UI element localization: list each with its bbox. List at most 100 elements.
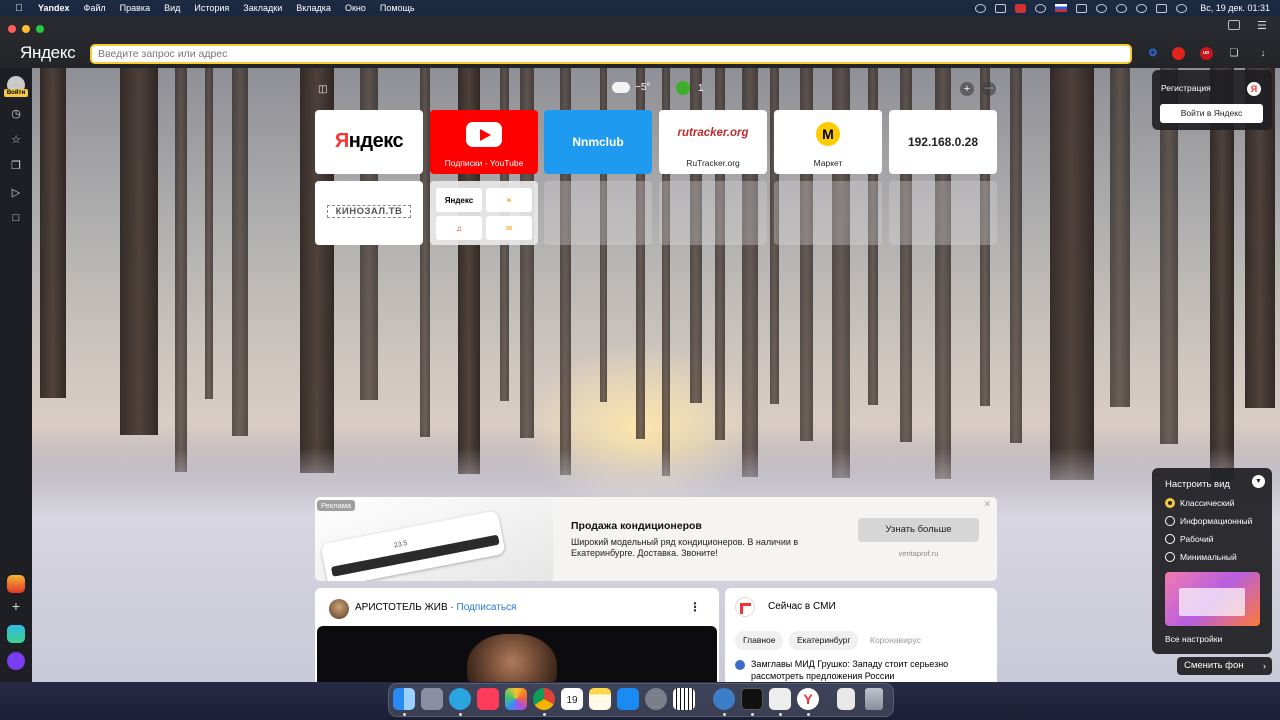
channel-avatar[interactable] xyxy=(329,599,349,619)
ad-close-icon[interactable]: ✕ xyxy=(983,499,991,510)
status-record-icon[interactable] xyxy=(1035,3,1047,13)
empty-tile-slot[interactable] xyxy=(544,181,652,245)
change-background-button[interactable]: Сменить фон › xyxy=(1177,657,1272,675)
alice-assistant-icon[interactable] xyxy=(7,652,25,670)
weather-widget[interactable]: −5° xyxy=(612,82,650,93)
register-link[interactable]: Регистрация xyxy=(1161,83,1211,93)
status-printer-icon[interactable] xyxy=(995,3,1007,13)
ad-learn-more-button[interactable]: Узнать больше xyxy=(858,518,979,542)
status-download-icon[interactable] xyxy=(1015,3,1027,13)
qbittorrent-icon[interactable] xyxy=(713,688,735,710)
add-panel-icon[interactable]: + xyxy=(8,598,24,614)
chrome-icon[interactable] xyxy=(533,688,555,710)
subscribe-link[interactable]: Подписаться xyxy=(457,602,517,613)
battery-icon[interactable] xyxy=(1076,3,1088,13)
empty-tile-slot[interactable] xyxy=(889,181,997,245)
control-center-icon[interactable] xyxy=(1156,3,1168,13)
news-header[interactable]: Сейчас в СМИ xyxy=(768,601,836,612)
finder-icon[interactable] xyxy=(393,688,415,710)
window-maximize-button[interactable] xyxy=(36,25,44,33)
empty-tile-slot[interactable] xyxy=(659,181,767,245)
advertisement-banner[interactable]: 23.5 Реклама Продажа кондиционеров Широк… xyxy=(315,497,997,581)
menu-bookmarks[interactable]: Закладки xyxy=(243,3,282,13)
traffic-widget[interactable]: 1 xyxy=(676,81,704,95)
textedit-icon[interactable] xyxy=(769,688,791,710)
login-yandex-button[interactable]: Войти в Яндекс xyxy=(1160,104,1263,123)
telegram-icon[interactable] xyxy=(449,688,471,710)
apple-icon[interactable]:  xyxy=(12,3,26,14)
tile-folder[interactable]: Яндекс ☀ ♫ ✉ xyxy=(430,181,538,245)
downloads-icon[interactable]: ↓ xyxy=(1256,46,1270,60)
status-lock-icon[interactable] xyxy=(975,3,987,13)
menu-window[interactable]: Окно xyxy=(345,3,366,13)
news-tab-covid[interactable]: Коронавирус xyxy=(862,631,929,650)
news-tab-main[interactable]: Главное xyxy=(735,631,784,650)
view-option-minimal[interactable]: Минимальный xyxy=(1165,551,1237,563)
menu-edit[interactable]: Правка xyxy=(120,3,150,13)
folder-item-yandex[interactable]: Яндекс xyxy=(436,188,482,212)
photos-icon[interactable] xyxy=(505,688,527,710)
more-vertical-icon[interactable]: ⋮ xyxy=(689,600,701,614)
tabs-overview-icon[interactable] xyxy=(1228,20,1240,30)
counter-icon[interactable]: □ xyxy=(8,210,24,226)
menu-tab[interactable]: Вкладка xyxy=(296,3,331,13)
menu-hamburger-icon[interactable]: ☰ xyxy=(1257,19,1267,32)
extension-youtube-icon[interactable] xyxy=(1171,46,1185,60)
add-tile-button[interactable]: + xyxy=(960,82,974,96)
notes-icon[interactable] xyxy=(589,688,611,710)
view-option-working[interactable]: Рабочий xyxy=(1165,533,1213,545)
extension-translate-icon[interactable]: ❂ xyxy=(1146,46,1160,60)
menu-help[interactable]: Помощь xyxy=(380,3,415,13)
calendar-icon[interactable]: 19 xyxy=(561,688,583,710)
tile-youtube[interactable]: Подписки - YouTube xyxy=(430,110,538,174)
trash-icon[interactable] xyxy=(865,688,883,710)
folder-item-music-icon[interactable]: ♫ xyxy=(436,216,482,240)
history-icon[interactable]: ◷ xyxy=(8,105,24,121)
window-close-button[interactable] xyxy=(8,25,16,33)
tile-rutracker[interactable]: rutracker.org RuTracker.org xyxy=(659,110,767,174)
bookmark-star-icon[interactable]: ☆ xyxy=(8,131,24,147)
empty-tile-slot[interactable] xyxy=(774,181,882,245)
status-play-icon[interactable] xyxy=(1096,3,1108,13)
chevron-down-icon[interactable]: ▼ xyxy=(1252,475,1265,488)
app-store-icon[interactable] xyxy=(617,688,639,710)
tile-router-ip[interactable]: 192.168.0.28 xyxy=(889,110,997,174)
video-preview[interactable] xyxy=(317,626,717,682)
tile-market[interactable]: M Маркет xyxy=(774,110,882,174)
tile-yandex[interactable]: Яндекс xyxy=(315,110,423,174)
piano-icon[interactable] xyxy=(673,688,695,710)
ad-domain[interactable]: ventaprof.ru xyxy=(858,549,979,558)
bookmarks-panel-icon[interactable]: ❏ xyxy=(1227,46,1241,60)
document-icon[interactable] xyxy=(837,688,855,710)
folder-item-mail-icon[interactable]: ✉ xyxy=(486,216,532,240)
wifi-icon[interactable] xyxy=(1116,3,1128,13)
all-settings-link[interactable]: Все настройки xyxy=(1165,634,1222,644)
menu-view[interactable]: Вид xyxy=(164,3,180,13)
news-headline[interactable]: Замглавы МИД Грушко: Западу стоит серьез… xyxy=(735,658,991,682)
music-icon[interactable] xyxy=(477,688,499,710)
menu-clock[interactable]: Вс, 19 дек. 01:31 xyxy=(1200,3,1270,13)
keyboard-layout-flag-icon[interactable] xyxy=(1055,4,1068,12)
menu-history[interactable]: История xyxy=(194,3,229,13)
zen-feed-card[interactable]: АРИСТОТЕЛЬ ЖИВ · Подписаться ⋮ xyxy=(315,588,719,682)
yandex-browser-icon[interactable]: Y xyxy=(797,688,819,710)
siri-icon[interactable] xyxy=(1176,3,1188,13)
channel-name[interactable]: АРИСТОТЕЛЬ ЖИВ xyxy=(355,602,448,613)
messenger-app-icon[interactable] xyxy=(7,625,25,643)
news-tab-ekaterinburg[interactable]: Екатеринбург xyxy=(789,631,859,650)
tile-nnmclub[interactable]: Nnmclub xyxy=(544,110,652,174)
terminal-icon[interactable] xyxy=(741,688,763,710)
more-options-button[interactable]: ⋯ xyxy=(982,82,996,96)
folder-item-weather-icon[interactable]: ☀ xyxy=(486,188,532,212)
extension-ublock-icon[interactable]: uo xyxy=(1199,46,1213,60)
browser-brand-logo[interactable]: Яндекс xyxy=(20,43,76,63)
yandex-app-icon[interactable] xyxy=(7,575,25,593)
launchpad-icon[interactable] xyxy=(421,688,443,710)
view-option-informational[interactable]: Информационный xyxy=(1165,515,1252,527)
video-play-icon[interactable]: ▷ xyxy=(8,184,24,200)
tile-kinozal[interactable]: КИНОЗАЛ.ТВ xyxy=(315,181,423,245)
widgets-icon[interactable]: ◫ xyxy=(318,84,327,95)
collections-icon[interactable]: ❐ xyxy=(8,157,24,173)
login-badge[interactable]: Войти xyxy=(4,89,28,97)
spotlight-search-icon[interactable] xyxy=(1136,3,1148,13)
